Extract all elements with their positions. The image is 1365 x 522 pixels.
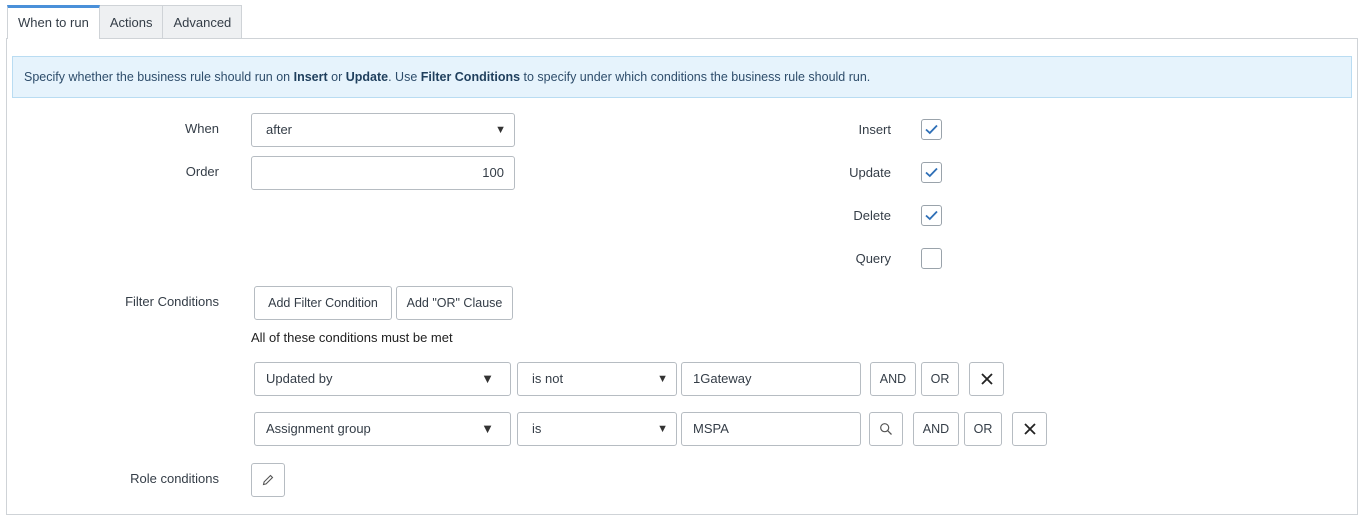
add-or-clause-button[interactable]: Add "OR" Clause bbox=[396, 286, 513, 320]
remove-condition-button[interactable] bbox=[969, 362, 1004, 396]
info-banner: Specify whether the business rule should… bbox=[12, 56, 1352, 98]
tab-advanced[interactable]: Advanced bbox=[162, 5, 243, 38]
close-icon bbox=[980, 373, 993, 385]
pencil-icon bbox=[262, 474, 274, 486]
condition-field-select[interactable]: Updated by ▼ bbox=[254, 362, 511, 396]
condition-operator-select[interactable]: is ▼ bbox=[517, 412, 677, 446]
info-text: . Use bbox=[388, 70, 421, 84]
when-label: When bbox=[185, 121, 219, 136]
check-icon bbox=[925, 167, 938, 178]
insert-label: Insert bbox=[858, 122, 891, 137]
when-value: after bbox=[266, 122, 293, 137]
info-text: Specify whether the business rule should… bbox=[24, 70, 294, 84]
info-update: Update bbox=[345, 70, 389, 84]
condition-operator-select[interactable]: is not ▼ bbox=[517, 362, 677, 396]
chevron-down-icon: ▼ bbox=[657, 423, 668, 435]
or-button[interactable]: OR bbox=[921, 362, 959, 396]
remove-condition-button[interactable] bbox=[1012, 412, 1047, 446]
info-insert: Insert bbox=[293, 70, 328, 84]
delete-checkbox[interactable] bbox=[921, 205, 942, 226]
chevron-down-icon: ▼ bbox=[481, 421, 494, 436]
when-to-run-panel: Specify whether the business rule should… bbox=[6, 38, 1358, 515]
condition-field-value: Updated by bbox=[266, 371, 333, 386]
chevron-down-icon: ▼ bbox=[495, 124, 506, 136]
chevron-down-icon: ▼ bbox=[481, 371, 494, 386]
edit-role-conditions-button[interactable] bbox=[251, 463, 285, 497]
add-filter-condition-button[interactable]: Add Filter Condition bbox=[254, 286, 392, 320]
condition-field-value: Assignment group bbox=[266, 421, 371, 436]
tab-when-to-run[interactable]: When to run bbox=[7, 5, 100, 39]
query-label: Query bbox=[855, 251, 891, 266]
condition-operator-value: is not bbox=[532, 371, 564, 386]
tab-bar: When to run Actions Advanced bbox=[7, 5, 243, 39]
lookup-button[interactable] bbox=[869, 412, 903, 446]
filter-conditions-label: Filter Conditions bbox=[125, 294, 219, 309]
check-icon bbox=[925, 124, 938, 135]
condition-value-input[interactable]: 1Gateway bbox=[681, 362, 861, 396]
order-input[interactable]: 100 bbox=[251, 156, 515, 190]
condition-value-input[interactable]: MSPA bbox=[681, 412, 861, 446]
order-label: Order bbox=[185, 164, 219, 179]
conditions-met-text: All of these conditions must be met bbox=[251, 330, 453, 345]
delete-label: Delete bbox=[853, 208, 891, 223]
update-checkbox[interactable] bbox=[921, 162, 942, 183]
condition-field-select[interactable]: Assignment group ▼ bbox=[254, 412, 511, 446]
when-select[interactable]: after ▼ bbox=[251, 113, 515, 147]
chevron-down-icon: ▼ bbox=[657, 373, 668, 385]
search-icon bbox=[880, 423, 892, 435]
or-button[interactable]: OR bbox=[964, 412, 1002, 446]
info-filter-conditions: Filter Conditions bbox=[420, 70, 521, 84]
condition-operator-value: is bbox=[532, 421, 542, 436]
query-checkbox[interactable] bbox=[921, 248, 942, 269]
and-button[interactable]: AND bbox=[870, 362, 916, 396]
role-conditions-label: Role conditions bbox=[130, 471, 219, 486]
and-button[interactable]: AND bbox=[913, 412, 959, 446]
update-label: Update bbox=[849, 165, 891, 180]
info-text: to specify under which conditions the bu… bbox=[520, 70, 871, 84]
info-text: or bbox=[327, 70, 346, 84]
close-icon bbox=[1023, 423, 1036, 435]
insert-checkbox[interactable] bbox=[921, 119, 942, 140]
check-icon bbox=[925, 210, 938, 221]
tab-actions[interactable]: Actions bbox=[98, 5, 164, 38]
